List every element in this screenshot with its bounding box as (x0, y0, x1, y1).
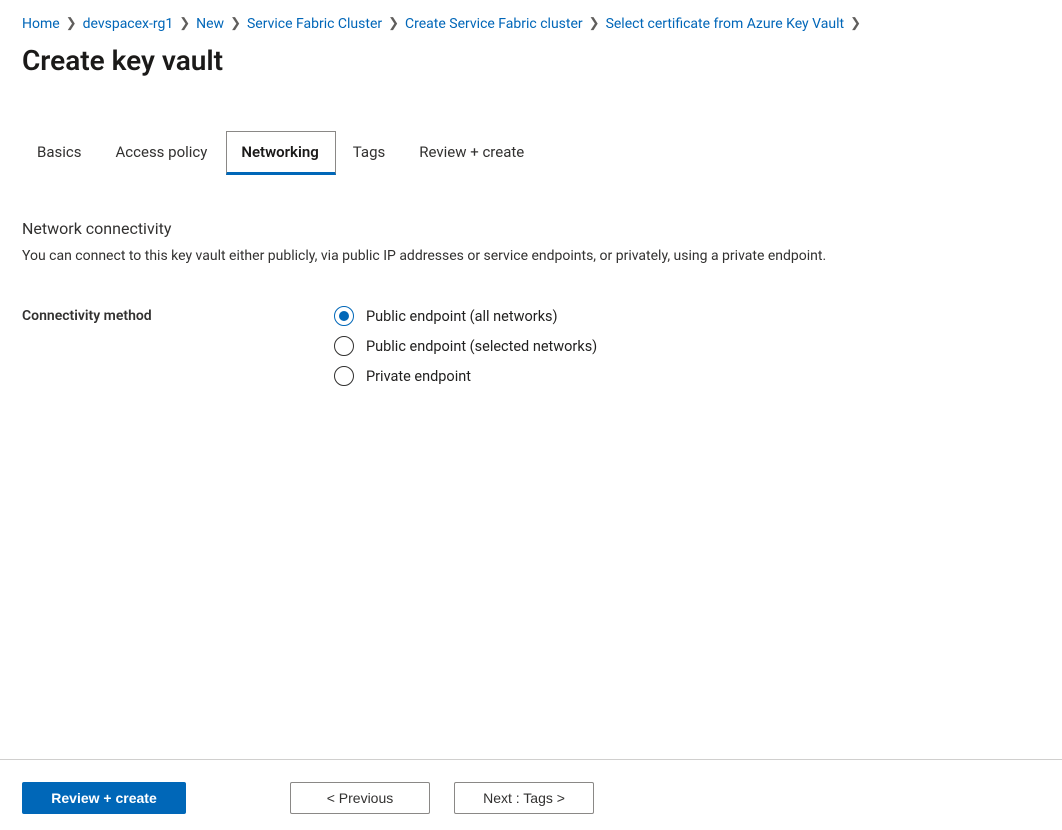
chevron-right-icon: ❯ (850, 14, 861, 34)
tab-tags[interactable]: Tags (338, 131, 402, 175)
tab-review-create[interactable]: Review + create (404, 131, 541, 175)
tab-basics[interactable]: Basics (22, 131, 99, 175)
review-create-button[interactable]: Review + create (22, 782, 186, 814)
tab-bar: Basics Access policy Networking Tags Rev… (22, 131, 1040, 175)
chevron-right-icon: ❯ (388, 14, 399, 34)
breadcrumb-link-sfc[interactable]: Service Fabric Cluster (247, 14, 382, 34)
radio-icon (334, 336, 354, 356)
connectivity-options: Public endpoint (all networks) Public en… (334, 306, 597, 386)
page-title: Create key vault (22, 44, 1040, 77)
breadcrumb-link-select-cert[interactable]: Select certificate from Azure Key Vault (606, 14, 845, 34)
radio-label: Private endpoint (366, 368, 471, 385)
radio-public-all[interactable]: Public endpoint (all networks) (334, 306, 597, 326)
section-description: You can connect to this key vault either… (22, 246, 902, 266)
breadcrumb-link-new[interactable]: New (196, 14, 224, 34)
radio-icon (334, 366, 354, 386)
chevron-right-icon: ❯ (230, 14, 241, 34)
radio-icon (334, 306, 354, 326)
chevron-right-icon: ❯ (179, 14, 190, 34)
radio-label: Public endpoint (selected networks) (366, 338, 597, 355)
footer-action-bar: Review + create < Previous Next : Tags > (0, 759, 1062, 814)
radio-public-selected[interactable]: Public endpoint (selected networks) (334, 336, 597, 356)
tab-networking[interactable]: Networking (226, 131, 335, 175)
breadcrumb-link-create-sfc[interactable]: Create Service Fabric cluster (405, 14, 583, 34)
chevron-right-icon: ❯ (589, 14, 600, 34)
breadcrumb-link-rg[interactable]: devspacex-rg1 (83, 14, 174, 34)
previous-button[interactable]: < Previous (290, 782, 430, 814)
radio-private-endpoint[interactable]: Private endpoint (334, 366, 597, 386)
tab-access-policy[interactable]: Access policy (101, 131, 225, 175)
section-heading: Network connectivity (22, 219, 1040, 238)
radio-label: Public endpoint (all networks) (366, 308, 558, 325)
chevron-right-icon: ❯ (66, 14, 77, 34)
breadcrumb: Home ❯ devspacex-rg1 ❯ New ❯ Service Fab… (22, 14, 1040, 34)
breadcrumb-link-home[interactable]: Home (22, 14, 60, 34)
next-button[interactable]: Next : Tags > (454, 782, 594, 814)
field-label-connectivity: Connectivity method (22, 306, 334, 386)
